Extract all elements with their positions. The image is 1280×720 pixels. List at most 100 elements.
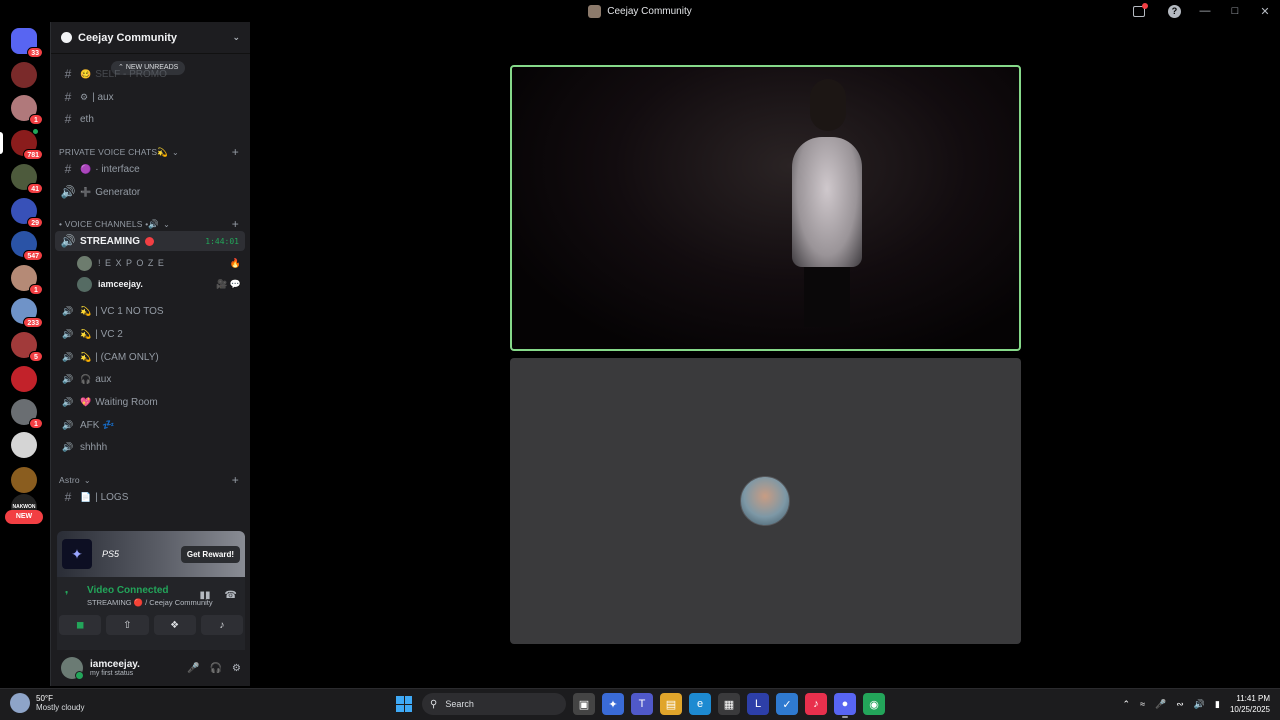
taskbar: 50°F Mostly cloudy ⚲ Search ▣ ✦ T ▤ e ▦ … bbox=[0, 688, 1280, 720]
server-icon[interactable] bbox=[11, 467, 37, 493]
voice-channel[interactable]: 🔊 💖 Waiting Room bbox=[55, 392, 245, 412]
voice-channel[interactable]: 🔊 🎧 aux bbox=[55, 369, 245, 389]
server-icon[interactable]: 547 bbox=[11, 231, 43, 261]
microphone-icon[interactable]: 🎤 bbox=[187, 663, 199, 674]
copilot-icon[interactable]: ✦ bbox=[602, 693, 624, 715]
voice-channel[interactable]: 🔊 💫 | VC 2 bbox=[55, 324, 245, 344]
add-channel-icon[interactable]: + bbox=[232, 145, 239, 159]
speaker-icon: 🔊 bbox=[62, 373, 74, 384]
music-icon[interactable]: ♪ bbox=[805, 693, 827, 715]
server-icon[interactable]: 41 bbox=[11, 164, 43, 194]
channel-generator[interactable]: 🔊 ➕ Generator bbox=[55, 182, 245, 202]
server-icon[interactable] bbox=[11, 432, 37, 458]
add-channel-icon[interactable]: + bbox=[232, 217, 239, 231]
microphone-icon[interactable]: 🎤 bbox=[1155, 699, 1166, 710]
voice-channel[interactable]: 🔊 💫 | VC 1 NO TOS bbox=[55, 301, 245, 321]
store-icon[interactable]: ▦ bbox=[718, 693, 740, 715]
server-icon[interactable]: 781 bbox=[0, 128, 43, 160]
category-astro[interactable]: Astro ⌄ + bbox=[59, 473, 239, 487]
inbox-icon[interactable] bbox=[1133, 2, 1148, 17]
category-voice-channels[interactable]: • VOICE CHANNELS •🔊 ⌄ + bbox=[59, 217, 239, 231]
channel-self-promo[interactable]: # 🥴 SELF - PROMO bbox=[55, 64, 245, 84]
channel-eth[interactable]: # eth bbox=[55, 109, 245, 129]
avatar bbox=[740, 476, 790, 526]
activities-button[interactable]: ❖ bbox=[153, 615, 196, 635]
server-header[interactable]: Ceejay Community ⌄ bbox=[51, 22, 250, 54]
android-icon[interactable]: ◉ bbox=[863, 693, 885, 715]
signal-icon[interactable]: ❜ bbox=[65, 589, 79, 607]
video-tile-stream[interactable] bbox=[510, 65, 1021, 351]
user-panel: iamceejay. my first status 🎤 🎧 ⚙ bbox=[51, 650, 251, 686]
camera-button[interactable]: ◼ bbox=[59, 615, 102, 635]
weather-widget[interactable]: 50°F Mostly cloudy bbox=[10, 693, 84, 713]
voice-location[interactable]: STREAMING 🔴 / Ceejay Community bbox=[87, 598, 213, 607]
channel-streaming[interactable]: 🔊 STREAMING 1:44:01 bbox=[55, 231, 245, 251]
disconnect-icon[interactable]: ☎ bbox=[225, 590, 237, 601]
mention-badge: 33 bbox=[27, 47, 43, 58]
add-channel-icon[interactable]: + bbox=[232, 473, 239, 487]
task-view-icon[interactable]: ▣ bbox=[573, 693, 595, 715]
edge-icon[interactable]: e bbox=[689, 693, 711, 715]
help-icon[interactable]: ? bbox=[1168, 4, 1181, 18]
wifi-icon[interactable]: ∾ bbox=[1176, 699, 1184, 710]
battery-icon[interactable]: ▮ bbox=[1215, 699, 1220, 710]
video-person-legs bbox=[804, 267, 850, 327]
start-button[interactable] bbox=[393, 693, 415, 715]
server-icon[interactable] bbox=[11, 366, 37, 392]
clock[interactable]: 11:41 PM 10/25/2025 bbox=[1230, 693, 1270, 715]
mention-badge: 41 bbox=[27, 183, 43, 194]
minimize-button[interactable]: — bbox=[1190, 5, 1220, 17]
close-button[interactable]: ✕ bbox=[1250, 5, 1280, 18]
volume-icon[interactable]: 🔊 bbox=[1194, 699, 1205, 710]
file-explorer-icon[interactable]: ▤ bbox=[660, 693, 682, 715]
server-icon[interactable]: 5 bbox=[11, 332, 43, 362]
voice-channel[interactable]: 🔊 AFK 💤 bbox=[55, 415, 245, 435]
headphones-icon[interactable]: 🎧 bbox=[210, 663, 222, 674]
game-logo-icon: ✦ bbox=[62, 539, 92, 569]
voice-channel[interactable]: 🔊 shhhh bbox=[55, 437, 245, 457]
screen-share-button[interactable]: ⇧ bbox=[106, 615, 149, 635]
search-input[interactable]: ⚲ Search bbox=[422, 693, 566, 715]
speaker-icon: 🔊 bbox=[62, 328, 74, 339]
user-status[interactable]: my first status bbox=[90, 670, 140, 677]
chevron-down-icon: ⌄ bbox=[172, 147, 179, 157]
video-tile-user[interactable] bbox=[510, 358, 1021, 644]
launcher-icon[interactable]: L bbox=[747, 693, 769, 715]
server-icon[interactable]: 33 bbox=[11, 28, 43, 58]
mention-badge: 1 bbox=[29, 284, 43, 295]
mention-badge: 1 bbox=[29, 418, 43, 429]
channel-interface[interactable]: # 🟣 · interface bbox=[55, 159, 245, 179]
voice-status[interactable]: Video Connected bbox=[87, 585, 213, 596]
gear-icon[interactable]: ⚙ bbox=[232, 663, 241, 674]
voice-member[interactable]: iamceejay. 🎥 💬 bbox=[77, 274, 245, 294]
discord-icon[interactable]: ● bbox=[834, 693, 856, 718]
server-icon[interactable]: 1 bbox=[11, 399, 43, 429]
noise-suppression-icon[interactable]: ▮▮ bbox=[200, 590, 211, 601]
voice-channel[interactable]: 🔊 💫 | (CAM ONLY) bbox=[55, 347, 245, 367]
teams-icon[interactable]: T bbox=[631, 693, 653, 715]
editor-icon[interactable]: ✓ bbox=[776, 693, 798, 715]
speaker-icon: 🔊 bbox=[60, 185, 76, 199]
chevron-down-icon[interactable]: ⌄ bbox=[232, 32, 240, 43]
channel-logs[interactable]: # 📄 | LOGS bbox=[55, 487, 245, 507]
server-icon[interactable] bbox=[11, 62, 37, 88]
channel-aux-text[interactable]: # ⚙ | aux bbox=[55, 87, 245, 107]
category-private-voice[interactable]: PRIVATE VOICE CHATS💫 ⌄ + bbox=[59, 145, 239, 159]
server-icon[interactable]: 233 bbox=[11, 298, 43, 328]
mention-badge: 233 bbox=[23, 317, 43, 328]
hash-icon: # bbox=[64, 490, 72, 504]
server-badge-icon bbox=[61, 32, 72, 43]
get-reward-button[interactable]: Get Reward! bbox=[180, 545, 240, 563]
server-icon[interactable]: 29 bbox=[11, 198, 43, 228]
soundboard-button[interactable]: ♪ bbox=[200, 615, 243, 635]
voice-member[interactable]: ! E X P O Z E 🔥 bbox=[77, 253, 245, 273]
chevron-up-icon[interactable]: ⌃ bbox=[1123, 699, 1131, 710]
maximize-button[interactable]: □ bbox=[1220, 5, 1250, 17]
mention-badge: 5 bbox=[29, 351, 43, 362]
server-icon[interactable]: 1 bbox=[11, 95, 43, 125]
new-pill[interactable]: NEW bbox=[5, 510, 43, 524]
server-icon[interactable]: 1 bbox=[11, 265, 43, 295]
avatar[interactable] bbox=[61, 657, 84, 680]
network-icon[interactable]: ≈ bbox=[1140, 699, 1145, 709]
user-name[interactable]: iamceejay. bbox=[90, 659, 140, 670]
